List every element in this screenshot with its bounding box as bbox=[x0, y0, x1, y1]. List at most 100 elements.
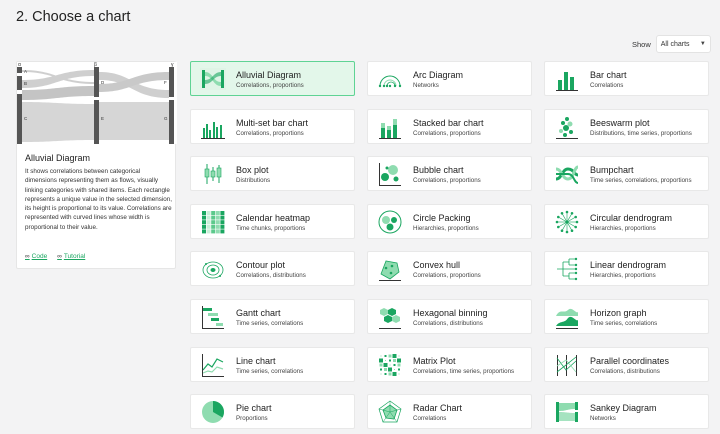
preview-links: ∞ Code ∞ Tutorial bbox=[25, 253, 85, 260]
chart-card[interactable]: Linear dendrogram Hierarchies, proportion… bbox=[544, 251, 709, 287]
multiset-bar-icon bbox=[201, 121, 225, 139]
chart-card-name: Convex hull bbox=[413, 260, 461, 271]
chart-card[interactable]: Circular dendrogram Hierarchies, proporti… bbox=[544, 203, 709, 239]
chevron-down-icon: ▼ bbox=[699, 41, 706, 47]
chart-card[interactable]: Radar Chart Correlations bbox=[367, 394, 532, 430]
chart-card-tags: Time series, correlations bbox=[236, 319, 304, 327]
chart-card-tags: Correlations, distributions bbox=[590, 367, 660, 375]
beeswarm-icon bbox=[556, 116, 578, 139]
chart-card[interactable]: Horizon graph Time series, correlations bbox=[544, 298, 709, 334]
chart-card[interactable]: Box plot Distributions bbox=[190, 156, 355, 192]
sankey-icon bbox=[556, 402, 578, 423]
chart-card-tags: Correlations, proportions bbox=[413, 272, 481, 280]
chart-card[interactable]: Bar chart Correlations bbox=[544, 61, 709, 96]
chart-card-name: Box plot bbox=[236, 165, 269, 176]
chart-card[interactable]: Calendar heatmap Time chunks, proportions bbox=[190, 203, 355, 239]
bump-icon bbox=[555, 165, 579, 185]
chart-card[interactable]: Hexagonal binning Correlations, distribut… bbox=[367, 298, 532, 334]
chart-card[interactable]: Line chart Time series, correlations bbox=[190, 346, 355, 382]
chart-card-name: Contour plot bbox=[236, 260, 286, 271]
chart-card-tags: Correlations bbox=[590, 82, 624, 89]
page-title: 2. Choose a chart bbox=[16, 9, 131, 25]
chart-card-tags: Hierarchies, proportions bbox=[590, 224, 656, 232]
chart-card-tags: Correlations bbox=[413, 415, 447, 423]
chart-card-name: Pie chart bbox=[236, 403, 272, 414]
chart-card-name: Circular dendrogram bbox=[590, 212, 673, 223]
chart-card[interactable]: Sankey Diagram Networks bbox=[544, 394, 709, 430]
chart-card-name: Sankey Diagram bbox=[590, 403, 657, 414]
preview-node-label: B bbox=[24, 81, 27, 86]
radar-icon bbox=[378, 400, 402, 423]
tutorial-link-label: Tutorial bbox=[63, 253, 86, 260]
preview-node-label: A bbox=[24, 69, 27, 74]
chart-card-tags: Proportions bbox=[236, 415, 268, 423]
matrix-icon bbox=[379, 353, 401, 376]
chart-card-name: Bar chart bbox=[590, 70, 627, 80]
alluvial-preview-image: α β γ A B C D E F G bbox=[17, 62, 177, 144]
chart-card-name: Parallel coordinates bbox=[590, 355, 670, 366]
preview-node-label: F bbox=[164, 80, 167, 85]
chart-card-tags: Distributions bbox=[236, 177, 271, 185]
preview-description: It shows correlations between categorica… bbox=[25, 168, 173, 231]
alluvial-icon bbox=[200, 68, 226, 90]
filter-label: Show bbox=[632, 39, 651, 49]
chart-card[interactable]: Alluvial Diagram Correlations, proportion… bbox=[190, 61, 355, 96]
link-icon: ∞ bbox=[57, 253, 62, 260]
chart-card[interactable]: Convex hull Correlations, proportions bbox=[367, 251, 532, 287]
code-link[interactable]: ∞ Code bbox=[25, 253, 47, 260]
chart-card-name: Bubble chart bbox=[413, 165, 464, 176]
chart-card[interactable]: Parallel coordinates Correlations, distri… bbox=[544, 346, 709, 382]
bar-icon bbox=[556, 72, 578, 91]
chart-card[interactable]: Multi-set bar chart Correlations, proport… bbox=[190, 108, 355, 144]
parallel-icon bbox=[556, 354, 577, 376]
chart-card[interactable]: Contour plot Correlations, distributions bbox=[190, 251, 355, 287]
chart-card[interactable]: Beeswarm plot Distributions, time series,… bbox=[544, 108, 709, 144]
chart-card[interactable]: Bumpchart Time series, correlations, prop… bbox=[544, 156, 709, 192]
chart-card[interactable]: Pie chart Proportions bbox=[190, 394, 355, 430]
chart-card[interactable]: Circle Packing Hierarchies, proportions bbox=[367, 203, 532, 239]
chart-card-name: Alluvial Diagram bbox=[236, 70, 302, 80]
preview-axis-label: α bbox=[18, 62, 21, 68]
gantt-icon bbox=[202, 305, 224, 329]
chart-card-name: Gantt chart bbox=[236, 307, 281, 318]
chart-card[interactable]: Bubble chart Correlations, proportions bbox=[367, 156, 532, 192]
chart-card-name: Bumpchart bbox=[590, 165, 634, 176]
chart-card-name: Arc Diagram bbox=[413, 70, 464, 80]
hexbin-icon bbox=[379, 307, 401, 329]
circular-dendrogram-icon bbox=[555, 210, 579, 234]
horizon-icon bbox=[556, 308, 578, 329]
chart-card-tags: Correlations, distributions bbox=[236, 272, 306, 280]
chart-card-tags: Correlations, proportions bbox=[236, 129, 304, 137]
chart-card-tags: Correlations, proportions bbox=[413, 129, 481, 137]
bubble-icon bbox=[379, 163, 401, 187]
preview-axis-label: β bbox=[94, 62, 97, 68]
preview-title: Alluvial Diagram bbox=[25, 153, 91, 163]
chart-card-tags: Correlations, proportions bbox=[236, 82, 304, 89]
chart-filter: Show All charts ▼ bbox=[632, 35, 711, 53]
chart-card-tags: Correlations, proportions bbox=[413, 177, 481, 185]
calendar-icon bbox=[202, 210, 225, 234]
chart-card[interactable]: Arc Diagram Networks bbox=[367, 61, 532, 96]
preview-node-label: G bbox=[164, 116, 168, 121]
chart-card[interactable]: Stacked bar chart Correlations, proportio… bbox=[367, 108, 532, 144]
chart-filter-select[interactable]: All charts ▼ bbox=[655, 35, 711, 53]
linear-dendrogram-icon bbox=[557, 258, 578, 281]
chart-card[interactable]: Gantt chart Time series, correlations bbox=[190, 298, 355, 334]
chart-card[interactable]: Matrix Plot Correlations, time series, pr… bbox=[367, 346, 532, 382]
preview-node-label: E bbox=[101, 116, 104, 121]
link-icon: ∞ bbox=[25, 253, 30, 260]
chart-card-tags: Correlations, distributions bbox=[413, 319, 483, 327]
line-icon bbox=[202, 353, 224, 377]
tutorial-link[interactable]: ∞ Tutorial bbox=[57, 253, 85, 260]
chart-card-name: Stacked bar chart bbox=[413, 117, 484, 128]
contour-icon bbox=[202, 261, 224, 279]
chart-card-name: Multi-set bar chart bbox=[236, 117, 309, 128]
chart-card-name: Circle Packing bbox=[413, 212, 471, 223]
chart-card-tags: Time chunks, proportions bbox=[236, 224, 306, 232]
chart-card-name: Matrix Plot bbox=[413, 355, 456, 366]
arc-icon bbox=[378, 75, 402, 88]
chart-card-name: Horizon graph bbox=[590, 307, 647, 318]
chart-card-tags: Time series, correlations, proportions bbox=[590, 177, 692, 185]
chart-card-name: Hexagonal binning bbox=[413, 307, 488, 318]
pie-icon bbox=[202, 401, 224, 424]
